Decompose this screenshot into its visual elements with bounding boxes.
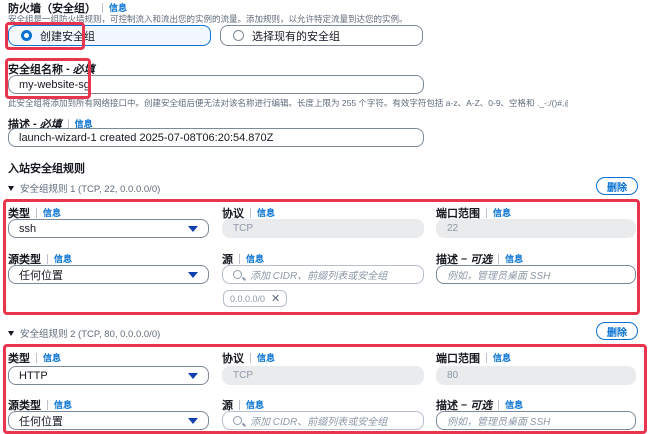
rule-2-protocol-label-text: 协议 (222, 353, 244, 365)
rule-1-heading: 安全组规则 1 (TCP, 22, 0.0.0.0/0) (20, 184, 161, 195)
rule-1-port-field: 22 (436, 219, 636, 238)
sg-name-input[interactable]: my-website-sg (8, 75, 424, 94)
firewall-info-link[interactable]: 信息 (102, 3, 127, 13)
rule-2-source-input[interactable]: 添加 CIDR、前缀列表或安全组 (222, 411, 424, 430)
rule-2-port-field: 80 (436, 366, 636, 385)
rule-2-desc-info-link[interactable]: 信息 (498, 400, 523, 410)
rule-2-remove-button[interactable]: 删除 (596, 322, 638, 340)
rule-1-source-input[interactable]: 添加 CIDR、前缀列表或安全组 (222, 265, 424, 284)
rule-2-heading: 安全组规则 2 (TCP, 80, 0.0.0.0/0) (20, 329, 161, 340)
dropdown-caret-icon (188, 225, 198, 232)
rule-1-source-type-select[interactable]: 任何位置 (8, 265, 209, 284)
rule-2-source-info-link[interactable]: 信息 (239, 400, 264, 410)
search-icon (233, 270, 242, 279)
rule-2-type-label: 类型 信息 (8, 350, 61, 366)
rule-1-source-placeholder: 添加 CIDR、前缀列表或安全组 (250, 271, 388, 282)
rule-2-source-type-select[interactable]: 任何位置 (8, 411, 209, 430)
firewall-description: 安全组是一组防火墙规则，可控制流入和流出您的实例的流量。添加规则，以允许特定流量… (8, 14, 408, 24)
select-existing-sg-option[interactable]: 选择现有的安全组 (220, 25, 423, 46)
create-sg-label: 创建安全组 (40, 30, 95, 43)
dropdown-caret-icon (188, 271, 198, 278)
dropdown-caret-icon (188, 372, 198, 379)
close-icon[interactable]: ✕ (271, 292, 280, 305)
rule-2-source-type-value: 任何位置 (19, 415, 63, 428)
rule-2-type-label-text: 类型 (8, 353, 30, 365)
caret-down-icon (8, 330, 14, 336)
rule-2-type-info-link[interactable]: 信息 (36, 353, 61, 363)
rule-1-type-value: ssh (19, 222, 37, 235)
sg-name-hint: 此安全组将添加到所有网络接口中。创建安全组后便无法对该名称进行编辑。长度上限为 … (8, 98, 568, 108)
rule-2-port-label: 端口范围 信息 (436, 350, 511, 366)
select-existing-sg-label: 选择现有的安全组 (252, 30, 340, 43)
rule-1-source-token[interactable]: 0.0.0.0/0 ✕ (223, 290, 288, 307)
rule-1-desc-info-link[interactable]: 信息 (498, 254, 523, 264)
rule-1-source-token-value: 0.0.0.0/0 (230, 293, 266, 304)
select-existing-sg-radio-icon (233, 30, 244, 41)
rule-1-source-info-link[interactable]: 信息 (239, 254, 264, 264)
rule-1-type-info-link[interactable]: 信息 (36, 208, 61, 218)
rule-1-desc-input[interactable]: 例如，管理员桌面 SSH (436, 265, 636, 284)
create-sg-option[interactable]: 创建安全组 (8, 25, 211, 46)
rule-2-source-type-info-link[interactable]: 信息 (47, 400, 72, 410)
rule-1-port-info-link[interactable]: 信息 (486, 208, 511, 218)
rule-2-source-placeholder: 添加 CIDR、前缀列表或安全组 (250, 417, 388, 428)
rule-2-desc-placeholder: 例如，管理员桌面 SSH (447, 417, 551, 428)
rule-2-protocol-label: 协议 信息 (222, 350, 275, 366)
rule-1-protocol-field: TCP (222, 219, 424, 238)
rule-2-type-select[interactable]: HTTP (8, 366, 209, 385)
rule-2-protocol-field: TCP (222, 366, 424, 385)
sg-desc-input[interactable]: launch-wizard-1 created 2025-07-08T06:20… (8, 128, 424, 147)
rule-2-port-info-link[interactable]: 信息 (486, 353, 511, 363)
rule-1-protocol-info-link[interactable]: 信息 (250, 208, 275, 218)
dropdown-caret-icon (188, 417, 198, 424)
rule-2-port-label-text: 端口范围 (436, 353, 480, 365)
rule-1-source-type-info-link[interactable]: 信息 (47, 254, 72, 264)
rule-2-protocol-info-link[interactable]: 信息 (250, 353, 275, 363)
rule-1-source-type-value: 任何位置 (19, 269, 63, 282)
rule-2-desc-input[interactable]: 例如，管理员桌面 SSH (436, 411, 636, 430)
rule-2-type-value: HTTP (19, 369, 48, 382)
rule-1-remove-button[interactable]: 删除 (596, 177, 638, 195)
rule-2-toggle[interactable]: 安全组规则 2 (TCP, 80, 0.0.0.0/0) (8, 326, 160, 340)
caret-down-icon (8, 185, 14, 191)
inbound-rules-title: 入站安全组规则 (8, 163, 85, 175)
highlight-rule-1 (3, 199, 640, 315)
create-sg-radio-icon (21, 30, 32, 41)
rule-1-desc-placeholder: 例如，管理员桌面 SSH (447, 271, 551, 282)
search-icon (233, 416, 242, 425)
rule-1-type-select[interactable]: ssh (8, 219, 209, 238)
rule-1-toggle[interactable]: 安全组规则 1 (TCP, 22, 0.0.0.0/0) (8, 181, 160, 195)
